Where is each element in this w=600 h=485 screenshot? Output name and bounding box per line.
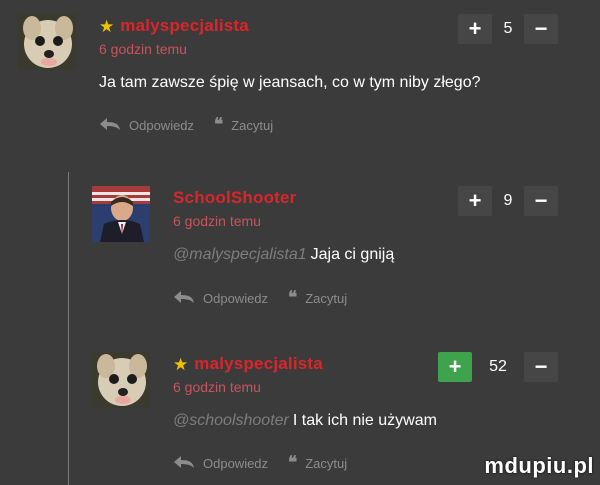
man-portrait-avatar-image bbox=[92, 186, 150, 242]
reply-button[interactable]: Odpowiedz bbox=[203, 291, 268, 306]
vote-widget: + 52 − bbox=[438, 352, 558, 382]
comment-body: I tak ich nie używam bbox=[292, 412, 437, 429]
comment-text: @schoolshooter I tak ich nie używam bbox=[173, 412, 437, 430]
comment-text: @malyspecjalista1 Jaja ci gniją bbox=[173, 246, 394, 264]
timestamp: 6 godzin temu bbox=[173, 213, 261, 229]
username[interactable]: SchoolShooter bbox=[173, 188, 297, 208]
quote-button[interactable]: Zacytuj bbox=[305, 291, 347, 306]
plus-icon: + bbox=[448, 354, 462, 379]
vote-widget: + 9 − bbox=[458, 186, 558, 216]
minus-icon: − bbox=[534, 354, 548, 379]
minus-icon: − bbox=[534, 16, 548, 41]
timestamp: 6 godzin temu bbox=[173, 379, 261, 395]
comment-body: Jaja ci gniją bbox=[310, 246, 395, 263]
upvote-button[interactable]: + bbox=[458, 186, 492, 216]
star-icon: ★ bbox=[173, 354, 189, 374]
quote-icon[interactable]: ❝ bbox=[214, 117, 223, 134]
comment-actions: Odpowiedz ❝ Zacytuj bbox=[99, 117, 273, 134]
reply-thread-line bbox=[68, 172, 69, 485]
downvote-button[interactable]: − bbox=[524, 186, 558, 216]
upvote-button[interactable]: + bbox=[458, 14, 492, 44]
plus-icon: + bbox=[468, 16, 482, 41]
reply-button[interactable]: Odpowiedz bbox=[129, 118, 194, 133]
quote-button[interactable]: Zacytuj bbox=[231, 118, 273, 133]
avatar[interactable] bbox=[92, 352, 150, 408]
vote-count: 5 bbox=[503, 20, 513, 37]
avatar[interactable] bbox=[18, 14, 76, 70]
comment-actions: Odpowiedz ❝ Zacytuj bbox=[173, 290, 347, 307]
reply-button[interactable]: Odpowiedz bbox=[203, 456, 268, 471]
vote-count: 9 bbox=[503, 192, 513, 209]
avatar[interactable] bbox=[92, 186, 150, 242]
quote-icon[interactable]: ❝ bbox=[288, 455, 297, 472]
plus-icon: + bbox=[468, 188, 482, 213]
user-mention-link[interactable]: @schoolshooter bbox=[173, 412, 289, 429]
username[interactable]: malyspecjalista bbox=[194, 354, 323, 374]
reply-arrow-icon[interactable] bbox=[173, 290, 195, 307]
minus-icon: − bbox=[534, 188, 548, 213]
quote-button[interactable]: Zacytuj bbox=[305, 456, 347, 471]
username[interactable]: malyspecjalista bbox=[120, 16, 249, 36]
watermark-text: mdupiu.pl bbox=[484, 453, 594, 478]
downvote-button[interactable]: − bbox=[524, 352, 558, 382]
dog-avatar-image bbox=[18, 14, 76, 70]
quote-icon[interactable]: ❝ bbox=[288, 290, 297, 307]
reply-arrow-icon[interactable] bbox=[99, 117, 121, 134]
vote-widget: + 5 − bbox=[458, 14, 558, 44]
reply-arrow-icon[interactable] bbox=[173, 455, 195, 472]
star-icon: ★ bbox=[99, 16, 115, 36]
dog-avatar-image bbox=[92, 352, 150, 408]
vote-count: 52 bbox=[489, 358, 507, 375]
timestamp: 6 godzin temu bbox=[99, 41, 187, 57]
comment-body: Ja tam zawsze śpię w jeansach, co w tym … bbox=[99, 74, 481, 91]
comment-text: Ja tam zawsze śpię w jeansach, co w tym … bbox=[99, 74, 481, 92]
user-mention-link[interactable]: @malyspecjalista1 bbox=[173, 246, 307, 263]
comment-actions: Odpowiedz ❝ Zacytuj bbox=[173, 455, 347, 472]
upvote-button[interactable]: + bbox=[438, 352, 472, 382]
downvote-button[interactable]: − bbox=[524, 14, 558, 44]
